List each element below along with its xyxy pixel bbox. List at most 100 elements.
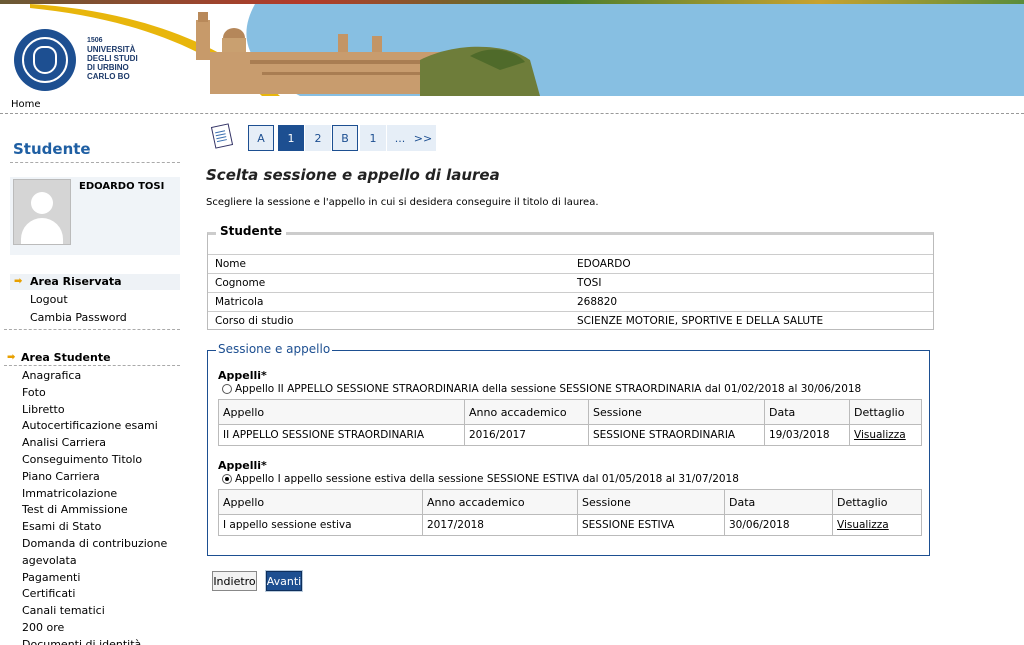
table-cell: 30/06/2018	[724, 514, 833, 536]
table-cell: SESSIONE STRAORDINARIA	[588, 424, 765, 446]
radio-button-selected[interactable]	[222, 474, 232, 484]
sidebar-item-certificati[interactable]: Certificati	[22, 586, 180, 603]
sidebar-item-logout[interactable]: Logout	[10, 292, 180, 308]
sidebar-item-label: Cambia Password	[30, 311, 127, 324]
column-header: Sessione	[577, 489, 725, 515]
field-label: Cognome	[215, 277, 266, 289]
student-fieldset: Studente Nome EDOARDO Cognome TOSI Matri…	[207, 224, 934, 331]
column-header: Dettaglio	[849, 399, 922, 425]
radio-button[interactable]	[222, 384, 232, 394]
sidebar-item-foto[interactable]: Foto	[22, 385, 180, 402]
visualizza-link[interactable]: Visualizza	[837, 519, 889, 531]
sidebar-item-documenti-identita[interactable]: Documenti di identità	[22, 637, 180, 645]
column-header: Appello	[218, 489, 423, 515]
breadcrumb: Home	[0, 96, 1024, 114]
sidebar-item-200-ore[interactable]: 200 ore	[22, 620, 180, 637]
field-label: Matricola	[215, 296, 264, 308]
column-header: Anno accademico	[422, 489, 578, 515]
step-a[interactable]: A	[248, 125, 274, 151]
sidebar-item-label: Area Riservata	[30, 275, 122, 288]
sidebar: Studente EDOARDO TOSI ➡ Area Riservata L…	[0, 114, 182, 645]
field-value: TOSI	[577, 277, 602, 289]
appelli-table: Appello Anno accademico Sessione Data De…	[218, 399, 922, 446]
sidebar-item-domanda-contribuzione[interactable]: Domanda di contribuzione agevolata	[22, 536, 180, 570]
sidebar-item-conseguimento-titolo[interactable]: Conseguimento Titolo	[22, 452, 180, 469]
table-cell: 2017/2018	[422, 514, 578, 536]
sidebar-item-cambia-password[interactable]: Cambia Password	[10, 310, 180, 326]
radio-label: Appello I appello sessione estiva della …	[235, 473, 739, 485]
appelli-label: Appelli*	[218, 459, 267, 472]
table-cell: 19/03/2018	[764, 424, 850, 446]
table-header-row: Appello Anno accademico Sessione Data De…	[218, 489, 922, 515]
step-next[interactable]: >>	[410, 125, 436, 151]
column-header: Dettaglio	[832, 489, 922, 515]
table-cell: II APPELLO SESSIONE STRAORDINARIA	[218, 424, 465, 446]
logo-line: CARLO BO	[87, 72, 130, 81]
radio-label: Appello II APPELLO SESSIONE STRAORDINARI…	[235, 383, 862, 395]
sidebar-item-autocertificazione[interactable]: Autocertificazione esami	[22, 418, 180, 435]
breadcrumb-home-link[interactable]: Home	[11, 99, 41, 110]
main-content: A 1 2 B 1 ... >> Scelta sessione e appel…	[200, 114, 1024, 645]
logo-line: UNIVERSITÀ	[87, 45, 136, 54]
logo-line: DI URBINO	[87, 63, 129, 72]
university-logo[interactable]	[14, 29, 76, 91]
sidebar-item-canali-tematici[interactable]: Canali tematici	[22, 603, 180, 620]
table-cell: Visualizza	[832, 514, 922, 536]
avanti-button[interactable]: Avanti	[266, 571, 302, 591]
appelli-table: Appello Anno accademico Sessione Data De…	[218, 489, 922, 536]
table-cell: SESSIONE ESTIVA	[577, 514, 725, 536]
table-row: II APPELLO SESSIONE STRAORDINARIA 2016/2…	[218, 424, 922, 446]
column-header: Data	[764, 399, 850, 425]
sidebar-item-test-ammissione[interactable]: Test di Ammissione	[22, 502, 180, 519]
field-value: 268820	[577, 296, 618, 308]
sidebar-item-pagamenti[interactable]: Pagamenti	[22, 570, 180, 587]
table-row: I appello sessione estiva 2017/2018 SESS…	[218, 514, 922, 536]
sidebar-item-analisi-carriera[interactable]: Analisi Carriera	[22, 435, 180, 452]
avatar	[13, 179, 71, 245]
university-name: 1506 UNIVERSITÀ DEGLI STUDI DI URBINO CA…	[87, 36, 138, 81]
sidebar-item-esami-di-stato[interactable]: Esami di Stato	[22, 519, 180, 536]
table-cell: I appello sessione estiva	[218, 514, 423, 536]
divider	[4, 365, 180, 366]
sidebar-item-area-riservata[interactable]: ➡ Area Riservata	[10, 274, 180, 290]
header-banner	[0, 4, 1024, 96]
step-b[interactable]: B	[332, 125, 358, 151]
logo-line: DEGLI STUDI	[87, 54, 138, 63]
sidebar-item-libretto[interactable]: Libretto	[22, 402, 180, 419]
section-title: Area Studente	[21, 351, 111, 364]
student-row: Corso di studio SCIENZE MOTORIE, SPORTIV…	[208, 311, 933, 331]
site-header: 1506 UNIVERSITÀ DEGLI STUDI DI URBINO CA…	[0, 0, 1024, 96]
user-name: EDOARDO TOSI	[79, 181, 165, 192]
arrow-right-icon: ➡	[7, 352, 16, 363]
seal-icon	[22, 37, 68, 83]
table-header-row: Appello Anno accademico Sessione Data De…	[218, 399, 922, 425]
appello-radio-option[interactable]: Appello II APPELLO SESSIONE STRAORDINARI…	[222, 383, 861, 395]
user-card: EDOARDO TOSI	[10, 177, 180, 255]
indietro-button[interactable]: Indietro	[212, 571, 257, 591]
step-2[interactable]: 2	[305, 125, 331, 151]
student-row: Cognome TOSI	[208, 273, 933, 293]
visualizza-link[interactable]: Visualizza	[854, 429, 906, 441]
sessione-legend: Sessione e appello	[216, 342, 333, 356]
column-header: Sessione	[588, 399, 765, 425]
appello-radio-option[interactable]: Appello I appello sessione estiva della …	[222, 473, 739, 485]
sidebar-item-anagrafica[interactable]: Anagrafica	[22, 368, 180, 385]
column-header: Appello	[218, 399, 465, 425]
student-legend: Studente	[216, 224, 287, 238]
divider	[10, 162, 180, 163]
step-b1[interactable]: 1	[360, 125, 386, 151]
table-cell: Visualizza	[849, 424, 922, 446]
notepad-icon	[210, 123, 234, 149]
sidebar-item-piano-carriera[interactable]: Piano Carriera	[22, 469, 180, 486]
table-cell: 2016/2017	[464, 424, 589, 446]
sidebar-item-label: Logout	[30, 293, 68, 306]
column-header: Anno accademico	[464, 399, 589, 425]
sessione-fieldset: Sessione e appello Appelli* Appello II A…	[207, 342, 930, 556]
student-row: Nome EDOARDO	[208, 254, 933, 274]
field-label: Nome	[215, 258, 246, 270]
column-header: Data	[724, 489, 833, 515]
step-current[interactable]: 1	[278, 125, 304, 151]
field-label: Corso di studio	[215, 315, 294, 327]
sidebar-item-immatricolazione[interactable]: Immatricolazione	[22, 486, 180, 503]
field-value: SCIENZE MOTORIE, SPORTIVE E DELLA SALUTE	[577, 315, 824, 327]
